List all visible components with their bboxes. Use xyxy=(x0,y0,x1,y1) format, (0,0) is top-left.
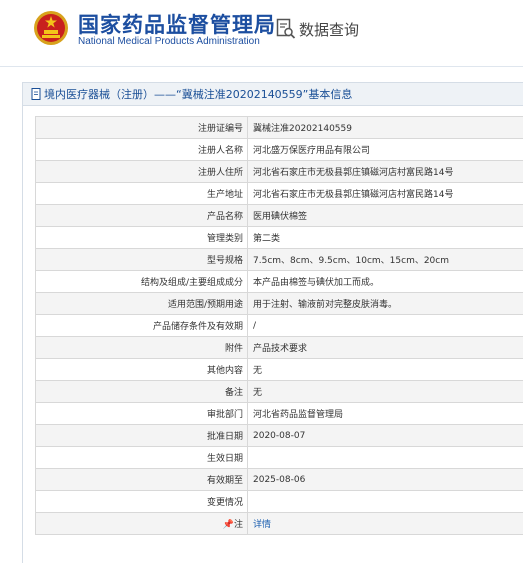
row-label: 注册人名称 xyxy=(36,139,248,161)
row-value: 详情 xyxy=(248,513,523,535)
table-row: 变更情况 xyxy=(36,491,523,513)
table-row: 审批部门 河北省药品监督管理局 xyxy=(36,403,523,425)
data-query-link[interactable]: 数据查询 xyxy=(276,18,359,40)
row-value: 7.5cm、8cm、9.5cm、10cm、15cm、20cm xyxy=(248,249,523,271)
row-value xyxy=(248,447,523,469)
row-label: 适用范围/预期用途 xyxy=(36,293,248,315)
panel-title-bar: 境内医疗器械（注册）——“冀械注准20202140559”基本信息 xyxy=(23,83,523,106)
table-row: 结构及组成/主要组成成分 本产品由棉签与碘伏加工而成。 xyxy=(36,271,523,293)
row-value: 产品技术要求 xyxy=(248,337,523,359)
table-row: 📌注 详情 xyxy=(36,513,523,535)
site-title-english: National Medical Products Administration xyxy=(78,36,260,47)
detail-panel: 境内医疗器械（注册）——“冀械注准20202140559”基本信息 注册证编号 … xyxy=(22,82,523,563)
table-row: 有效期至 2025-08-06 xyxy=(36,469,523,491)
row-label: 审批部门 xyxy=(36,403,248,425)
table-row: 产品储存条件及有效期 / xyxy=(36,315,523,337)
table-row: 产品名称 医用碘伏棉签 xyxy=(36,205,523,227)
row-value xyxy=(248,491,523,513)
row-label: 产品名称 xyxy=(36,205,248,227)
row-value: 2020-08-07 xyxy=(248,425,523,447)
document-icon xyxy=(31,88,42,100)
table-row: 适用范围/预期用途 用于注射、输液前对完整皮肤消毒。 xyxy=(36,293,523,315)
national-emblem-icon xyxy=(33,10,69,46)
row-value: 医用碘伏棉签 xyxy=(248,205,523,227)
row-label: 附件 xyxy=(36,337,248,359)
row-label: 有效期至 xyxy=(36,469,248,491)
row-value: 河北省石家庄市无极县郭庄镇磁河店村富民路14号 xyxy=(248,183,523,205)
row-value: 河北省药品监督管理局 xyxy=(248,403,523,425)
row-value: 无 xyxy=(248,359,523,381)
table-row: 注册人住所 河北省石家庄市无极县郭庄镇磁河店村富民路14号 xyxy=(36,161,523,183)
row-label: 生效日期 xyxy=(36,447,248,469)
table-row: 附件 产品技术要求 xyxy=(36,337,523,359)
site-header: 国家药品监督管理局 National Medical Products Admi… xyxy=(0,0,523,62)
table-row: 批准日期 2020-08-07 xyxy=(36,425,523,447)
table-row: 管理类别 第二类 xyxy=(36,227,523,249)
table-row: 型号规格 7.5cm、8cm、9.5cm、10cm、15cm、20cm xyxy=(36,249,523,271)
panel-title: 境内医疗器械（注册）——“冀械注准20202140559”基本信息 xyxy=(44,86,352,102)
row-label: 注册证编号 xyxy=(36,117,248,139)
row-label: 变更情况 xyxy=(36,491,248,513)
row-value: / xyxy=(248,315,523,337)
row-label: 注册人住所 xyxy=(36,161,248,183)
table-row: 注册人名称 河北盛万保医疗用品有限公司 xyxy=(36,139,523,161)
row-value: 河北盛万保医疗用品有限公司 xyxy=(248,139,523,161)
table-row: 备注 无 xyxy=(36,381,523,403)
row-value: 第二类 xyxy=(248,227,523,249)
table-row: 注册证编号 冀械注准20202140559 xyxy=(36,117,523,139)
registration-detail-table: 注册证编号 冀械注准20202140559 注册人名称 河北盛万保医疗用品有限公… xyxy=(35,116,523,535)
row-label: 备注 xyxy=(36,381,248,403)
row-label: 产品储存条件及有效期 xyxy=(36,315,248,337)
row-label: 批准日期 xyxy=(36,425,248,447)
row-label: 注 xyxy=(234,520,243,530)
table-row: 生产地址 河北省石家庄市无极县郭庄镇磁河店村富民路14号 xyxy=(36,183,523,205)
data-query-label: 数据查询 xyxy=(299,19,359,40)
detail-link[interactable]: 详情 xyxy=(253,520,271,530)
table-row: 生效日期 xyxy=(36,447,523,469)
row-value: 河北省石家庄市无极县郭庄镇磁河店村富民路14号 xyxy=(248,161,523,183)
row-value: 本产品由棉签与碘伏加工而成。 xyxy=(248,271,523,293)
row-value: 用于注射、输液前对完整皮肤消毒。 xyxy=(248,293,523,315)
row-label: 结构及组成/主要组成成分 xyxy=(36,271,248,293)
row-value: 2025-08-06 xyxy=(248,469,523,491)
row-label: 管理类别 xyxy=(36,227,248,249)
row-label-note: 📌注 xyxy=(36,513,248,535)
site-title: 国家药品监督管理局 xyxy=(78,9,276,39)
row-label: 型号规格 xyxy=(36,249,248,271)
pin-icon: 📌 xyxy=(223,520,234,530)
row-label: 生产地址 xyxy=(36,183,248,205)
document-search-icon xyxy=(276,18,296,40)
table-row: 其他内容 无 xyxy=(36,359,523,381)
header-divider xyxy=(0,66,523,67)
row-label: 其他内容 xyxy=(36,359,248,381)
row-value: 冀械注准20202140559 xyxy=(248,117,523,139)
row-value: 无 xyxy=(248,381,523,403)
